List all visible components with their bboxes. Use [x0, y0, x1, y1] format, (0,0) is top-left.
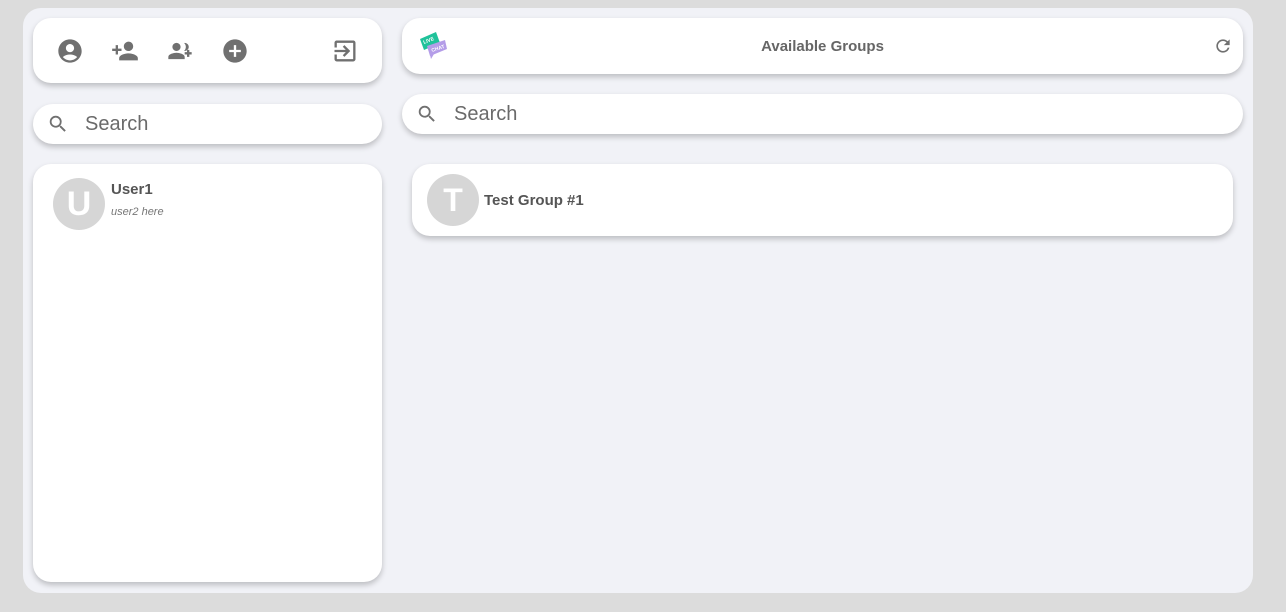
logout-button[interactable] [328, 34, 362, 68]
group-search-bar [402, 94, 1243, 134]
add-circle-icon [223, 38, 247, 63]
group-avatar: T [427, 174, 479, 226]
create-group-button[interactable] [163, 34, 197, 68]
avatar: U [53, 178, 105, 230]
refresh-icon [1216, 39, 1230, 53]
list-item[interactable]: U User1 user2 here [53, 178, 164, 230]
user-search-bar [33, 104, 382, 144]
app-container: U User1 user2 here LIVE CHAT Available G… [23, 8, 1253, 593]
page-title: Available Groups [761, 38, 884, 55]
live-chat-logo-icon: LIVE CHAT [420, 32, 447, 59]
dark-mode-toggle[interactable] [273, 34, 307, 68]
profile-button[interactable] [53, 34, 87, 68]
refresh-button[interactable] [1213, 36, 1233, 56]
user-info: User1 user2 here [111, 181, 164, 230]
groups-header: LIVE CHAT Available Groups [402, 18, 1243, 74]
group-name: Test Group #1 [484, 191, 584, 209]
add-button[interactable] [218, 34, 252, 68]
user-list: U User1 user2 here [33, 164, 382, 582]
toolbar [33, 18, 382, 83]
logout-icon [334, 40, 356, 61]
dark-mode-moon-icon [282, 39, 294, 62]
user-status: user2 here [111, 206, 164, 218]
group-item[interactable]: T Test Group #1 [412, 164, 1233, 236]
person-add-icon [112, 41, 139, 60]
account-circle-icon [58, 38, 83, 63]
user-search-input[interactable] [85, 112, 365, 136]
search-icon [49, 115, 66, 132]
group-add-icon [168, 42, 192, 59]
add-friend-button[interactable] [108, 34, 142, 68]
search-icon [418, 105, 435, 122]
user-name: User1 [111, 181, 153, 198]
group-search-input[interactable] [454, 102, 1127, 126]
